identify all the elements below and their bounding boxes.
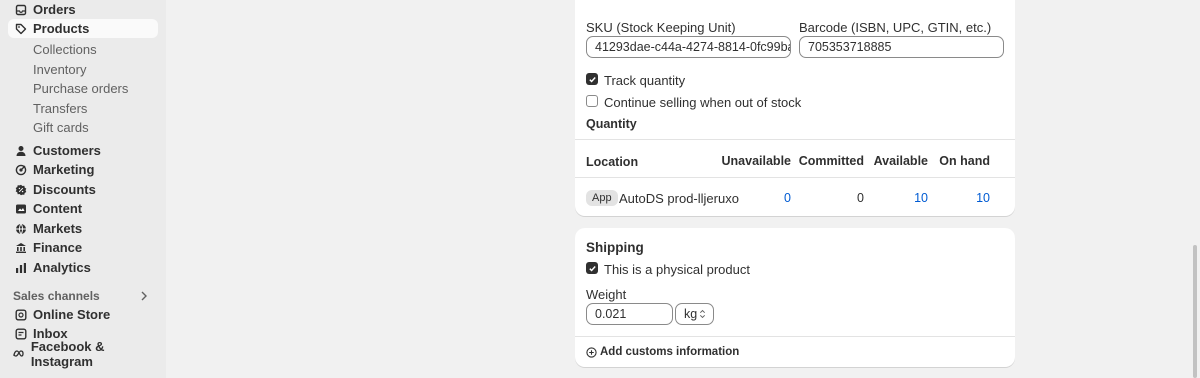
- target-icon: [8, 164, 33, 176]
- sidebar-item-products[interactable]: Products: [8, 19, 158, 38]
- checkmark-icon: [588, 265, 596, 272]
- add-customs-button[interactable]: Add customs information: [586, 346, 739, 358]
- sidebar-item-finance[interactable]: Finance: [8, 238, 158, 257]
- sidebar-item-label: Marketing: [33, 162, 95, 177]
- chevron-right-icon[interactable]: [139, 290, 149, 302]
- sidebar-item-markets[interactable]: Markets: [8, 219, 158, 238]
- track-quantity-label: Track quantity: [604, 73, 686, 88]
- sku-label: SKU (Stock Keeping Unit): [586, 20, 736, 35]
- sidebar-subitem-transfers[interactable]: Transfers: [33, 101, 87, 116]
- sku-input[interactable]: 41293dae-c44a-4274-8814-0fc99baa6f6b: [586, 36, 791, 58]
- quantity-heading: Quantity: [586, 117, 637, 131]
- sidebar-item-orders[interactable]: Orders: [8, 0, 158, 19]
- globe-icon: [8, 223, 33, 235]
- barcode-label: Barcode (ISBN, UPC, GTIN, etc.): [799, 20, 992, 35]
- content-icon: [8, 203, 33, 215]
- weight-unit-value: kg: [684, 307, 698, 321]
- sidebar-item-label: Content: [33, 201, 83, 216]
- meta-icon: [8, 348, 31, 360]
- sidebar-subitem-inventory[interactable]: Inventory: [33, 62, 86, 77]
- available-value[interactable]: 10: [914, 191, 928, 205]
- sidebar-item-customers[interactable]: Customers: [8, 141, 158, 160]
- sidebar: Orders Products Collections Inventory Pu…: [0, 0, 166, 378]
- on-hand-value[interactable]: 10: [976, 191, 990, 205]
- chat-icon: [8, 328, 33, 340]
- sidebar-subitem-gift-cards[interactable]: Gift cards: [33, 120, 89, 135]
- plus-circle-icon: [586, 346, 597, 358]
- weight-label: Weight: [586, 287, 627, 302]
- store-icon: [8, 309, 33, 321]
- chart-icon: [8, 262, 33, 274]
- sidebar-item-label: Discounts: [33, 182, 96, 197]
- checkmark-icon: [588, 76, 596, 83]
- sidebar-item-online-store[interactable]: Online Store: [8, 305, 158, 324]
- sidebar-subitem-collections[interactable]: Collections: [33, 42, 97, 57]
- sidebar-item-analytics[interactable]: Analytics: [8, 258, 158, 277]
- divider: [575, 139, 1015, 140]
- column-header-committed: Committed: [798, 154, 864, 168]
- column-header-location: Location: [586, 155, 639, 169]
- physical-product-checkbox[interactable]: [586, 262, 598, 274]
- discount-icon: [8, 184, 33, 196]
- sidebar-item-label: Online Store: [33, 307, 111, 322]
- weight-unit-select[interactable]: kg: [675, 303, 714, 325]
- add-customs-label: Add customs information: [600, 346, 740, 358]
- sidebar-item-facebook-instagram[interactable]: Facebook & Instagram: [8, 339, 158, 369]
- location-name: AutoDS prod-lljeruxo: [619, 191, 739, 206]
- scrollbar-thumb[interactable]: [1193, 245, 1197, 378]
- shipping-card: Shipping This is a physical product Weig…: [575, 228, 1015, 367]
- app-badge: App: [586, 190, 618, 206]
- track-quantity-checkbox[interactable]: [586, 73, 598, 85]
- sidebar-item-label: Products: [33, 21, 90, 36]
- column-header-unavailable: Unavailable: [721, 154, 791, 168]
- sidebar-item-label: Finance: [33, 240, 83, 255]
- barcode-input[interactable]: 705353718885: [799, 36, 1004, 58]
- inbox-icon: [8, 4, 33, 16]
- divider: [575, 177, 1015, 178]
- sidebar-item-label: Customers: [33, 143, 101, 158]
- sidebar-item-marketing[interactable]: Marketing: [8, 160, 158, 179]
- tag-icon: [8, 23, 33, 35]
- sidebar-item-discounts[interactable]: Discounts: [8, 180, 158, 199]
- continue-selling-label: Continue selling when out of stock: [604, 95, 802, 110]
- bank-icon: [8, 242, 33, 254]
- shipping-heading: Shipping: [586, 240, 644, 255]
- sidebar-item-label: Markets: [33, 221, 83, 236]
- person-icon: [8, 145, 33, 157]
- continue-selling-checkbox[interactable]: [586, 95, 598, 107]
- select-arrows-icon: [699, 309, 706, 319]
- sales-channels-heading: Sales channels: [13, 289, 100, 303]
- divider: [575, 336, 1015, 337]
- inventory-card: SKU (Stock Keeping Unit) 41293dae-c44a-4…: [575, 0, 1015, 216]
- sidebar-item-label: Facebook & Instagram: [30, 338, 105, 369]
- sidebar-item-label: Analytics: [33, 260, 91, 275]
- physical-product-label: This is a physical product: [604, 262, 750, 277]
- weight-input[interactable]: 0.021: [586, 303, 673, 325]
- sidebar-item-content[interactable]: Content: [8, 199, 158, 218]
- committed-value: 0: [857, 191, 864, 205]
- sidebar-item-label: Orders: [33, 2, 76, 17]
- column-header-available: Available: [873, 154, 928, 168]
- unavailable-value[interactable]: 0: [784, 191, 791, 205]
- sidebar-subitem-purchase-orders[interactable]: Purchase orders: [33, 81, 128, 96]
- column-header-on-hand: On hand: [939, 154, 990, 168]
